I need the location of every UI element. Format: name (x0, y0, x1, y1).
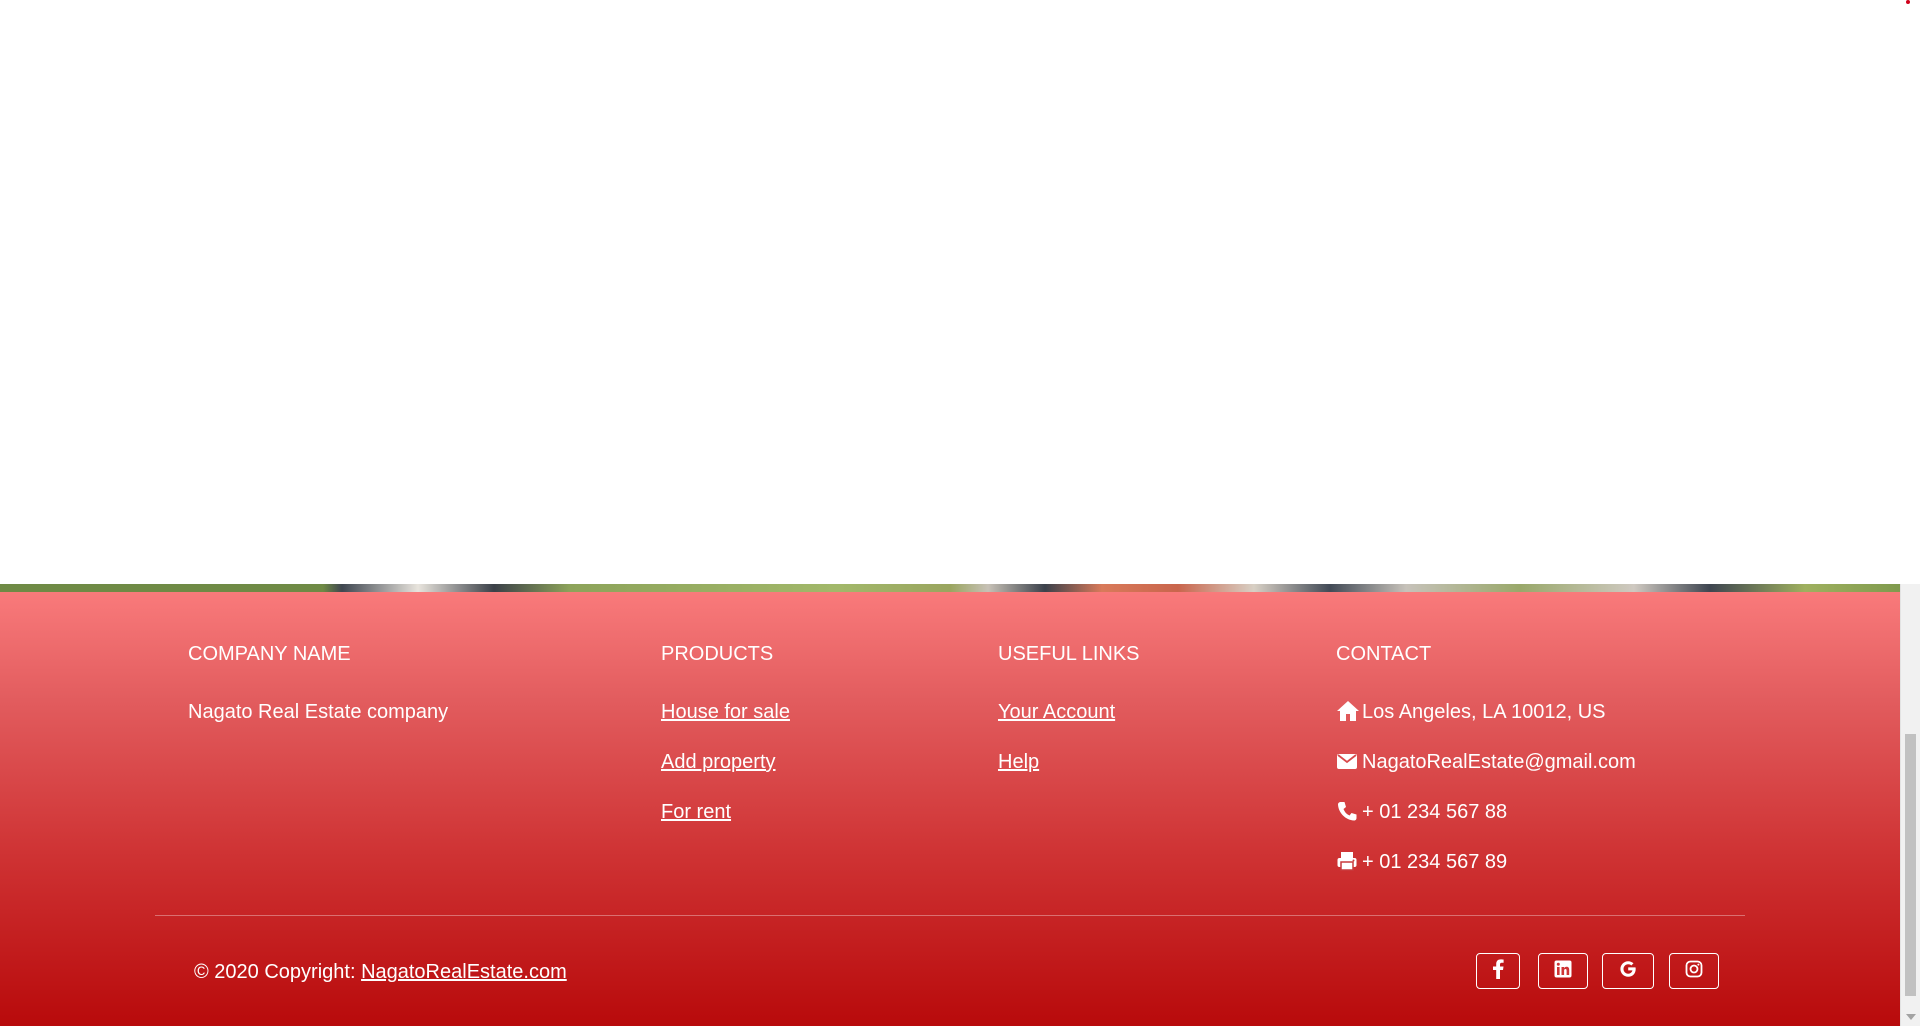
envelope-icon (1336, 750, 1358, 772)
useful-link-item: Help (998, 750, 1140, 800)
printer-icon (1336, 850, 1358, 872)
content-area-blank (0, 0, 1900, 584)
contact-heading: CONTACT (1336, 643, 1432, 665)
footer-products-column: PRODUCTS House for sale Add property For… (661, 642, 790, 850)
scroll-down-arrow-icon[interactable] (1906, 1014, 1916, 1020)
add-property-link[interactable]: Add property (661, 751, 776, 773)
help-link[interactable]: Help (998, 751, 1039, 773)
products-link-item: For rent (661, 800, 790, 850)
facebook-icon (1491, 958, 1505, 984)
products-link-item: Add property (661, 750, 790, 800)
useful-link-item: Your Account (998, 700, 1140, 750)
contact-email: NagatoRealEstate@gmail.com (1336, 750, 1636, 800)
footer-company-column: COMPANY NAME Nagato Real Estate company (188, 642, 448, 750)
company-description: Nagato Real Estate company (188, 701, 449, 723)
instagram-icon (1685, 960, 1703, 983)
house-for-sale-link[interactable]: House for sale (661, 701, 790, 723)
contact-address: Los Angeles, LA 10012, US (1336, 700, 1636, 750)
home-icon (1336, 700, 1359, 722)
google-icon (1618, 959, 1638, 984)
footer-useful-links-column: USEFUL LINKS Your Account Help (998, 642, 1140, 800)
products-heading: PRODUCTS (661, 643, 774, 665)
products-link-item: House for sale (661, 700, 790, 750)
for-rent-link[interactable]: For rent (661, 801, 731, 823)
corner-indicator (1906, 0, 1910, 4)
contact-fax-text: + 01 234 567 89 (1362, 851, 1508, 873)
page-scrollbar[interactable] (1900, 584, 1920, 1026)
footer-divider (155, 915, 1745, 916)
footer-contact-column: CONTACT Los Angeles, LA 10012, US Nagato… (1336, 642, 1636, 900)
contact-phone-text: + 01 234 567 88 (1362, 801, 1508, 823)
facebook-button[interactable] (1476, 953, 1520, 989)
company-heading: COMPANY NAME (188, 643, 351, 665)
phone-icon (1336, 800, 1358, 822)
copyright-text: © 2020 Copyright: (194, 961, 356, 983)
contact-email-text: NagatoRealEstate@gmail.com (1362, 751, 1636, 773)
google-button[interactable] (1602, 953, 1654, 989)
contact-phone: + 01 234 567 88 (1336, 800, 1636, 850)
contact-address-text: Los Angeles, LA 10012, US (1362, 701, 1606, 723)
scrollbar-thumb[interactable] (1905, 734, 1916, 996)
copyright-site-link[interactable]: NagatoRealEstate.com (361, 961, 567, 983)
contact-fax: + 01 234 567 89 (1336, 850, 1636, 900)
your-account-link[interactable]: Your Account (998, 701, 1115, 723)
banner-photo-strip (0, 584, 1900, 592)
instagram-button[interactable] (1669, 953, 1719, 989)
site-footer: COMPANY NAME Nagato Real Estate company … (0, 592, 1900, 1026)
linkedin-icon (1554, 960, 1572, 983)
linkedin-button[interactable] (1538, 953, 1588, 989)
copyright: © 2020 Copyright: NagatoRealEstate.com (194, 960, 567, 984)
useful-links-heading: USEFUL LINKS (998, 643, 1140, 665)
